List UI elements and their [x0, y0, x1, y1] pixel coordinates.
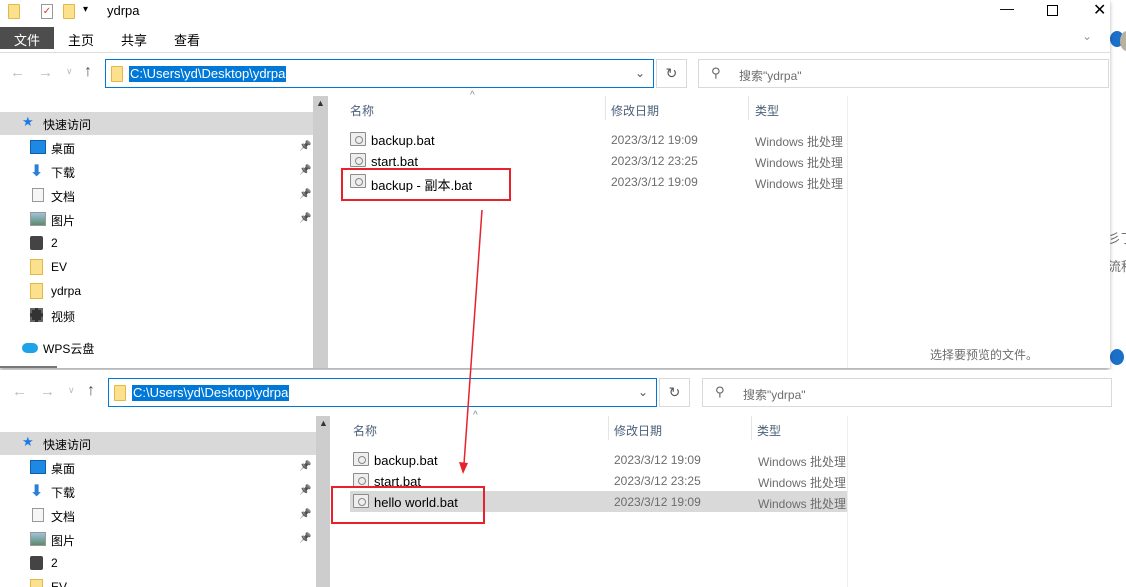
annotation-arrow: [459, 209, 483, 474]
